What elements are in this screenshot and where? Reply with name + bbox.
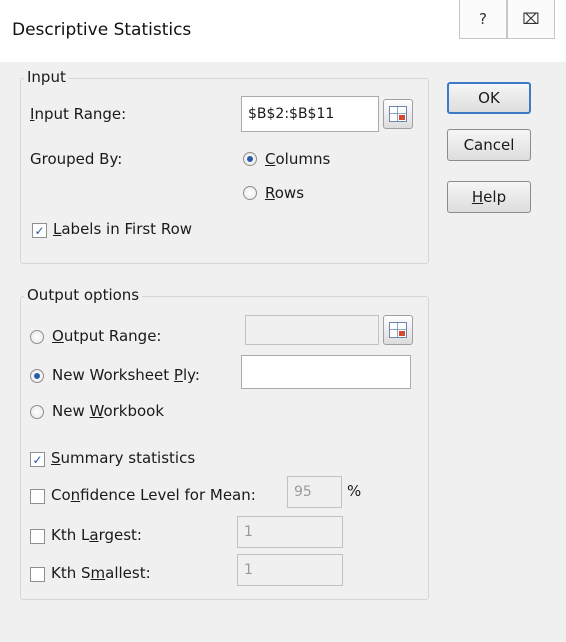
output-range-field[interactable] xyxy=(245,315,379,345)
new-worksheet-ply-radio[interactable] xyxy=(30,369,44,383)
close-icon: ⌧ xyxy=(522,10,540,28)
range-select-icon xyxy=(389,322,407,338)
help-button[interactable]: Help xyxy=(447,181,531,213)
dialog-title: Descriptive Statistics xyxy=(12,20,192,40)
close-title-button[interactable]: ⌧ xyxy=(507,0,555,39)
question-mark-icon: ? xyxy=(479,10,487,28)
input-group-legend: Input xyxy=(24,68,69,86)
input-range-label: Input Range: xyxy=(30,105,127,123)
labels-first-row-checkbox[interactable]: ✓ xyxy=(32,223,47,238)
new-worksheet-ply-label: New Worksheet Ply: xyxy=(52,366,200,384)
checkmark-icon: ✓ xyxy=(34,223,45,238)
percent-unit: % xyxy=(347,482,362,500)
new-workbook-label: New Workbook xyxy=(52,402,165,420)
checkmark-icon: ✓ xyxy=(32,452,43,467)
input-range-field[interactable]: $B$2:$B$11 xyxy=(241,96,379,132)
confidence-level-field[interactable]: 95 xyxy=(287,476,342,508)
rows-radio[interactable] xyxy=(243,186,257,200)
kth-smallest-label: Kth Smallest: xyxy=(51,564,151,582)
cancel-button[interactable]: Cancel xyxy=(447,129,531,161)
kth-largest-checkbox[interactable] xyxy=(30,529,45,544)
confidence-level-label: Confidence Level for Mean: xyxy=(51,486,256,504)
summary-statistics-label: Summary statistics xyxy=(51,449,196,467)
kth-largest-label: Kth Largest: xyxy=(51,526,142,544)
output-options-legend: Output options xyxy=(24,286,143,304)
confidence-level-checkbox[interactable] xyxy=(30,489,45,504)
descriptive-statistics-dialog: Descriptive Statistics ? ⌧ Input Input R… xyxy=(0,0,566,642)
title-bar: Descriptive Statistics ? ⌧ xyxy=(0,0,566,62)
new-worksheet-ply-field[interactable] xyxy=(241,355,411,389)
input-range-collapse-button[interactable] xyxy=(383,99,413,129)
range-select-icon xyxy=(389,106,407,122)
rows-label: Rows xyxy=(265,184,305,202)
labels-first-row-label: Labels in First Row xyxy=(53,220,193,238)
columns-label: Columns xyxy=(265,150,331,168)
kth-largest-field[interactable]: 1 xyxy=(237,516,343,548)
output-range-label: Output Range: xyxy=(52,327,162,345)
summary-statistics-checkbox[interactable]: ✓ xyxy=(30,452,45,467)
columns-radio[interactable] xyxy=(243,152,257,166)
new-workbook-radio[interactable] xyxy=(30,405,44,419)
kth-smallest-field[interactable]: 1 xyxy=(237,554,343,586)
grouped-by-label: Grouped By: xyxy=(30,150,123,168)
output-range-collapse-button[interactable] xyxy=(383,315,413,345)
ok-button[interactable]: OK xyxy=(447,82,531,114)
kth-smallest-checkbox[interactable] xyxy=(30,567,45,582)
output-range-radio[interactable] xyxy=(30,330,44,344)
help-title-button[interactable]: ? xyxy=(459,0,507,39)
